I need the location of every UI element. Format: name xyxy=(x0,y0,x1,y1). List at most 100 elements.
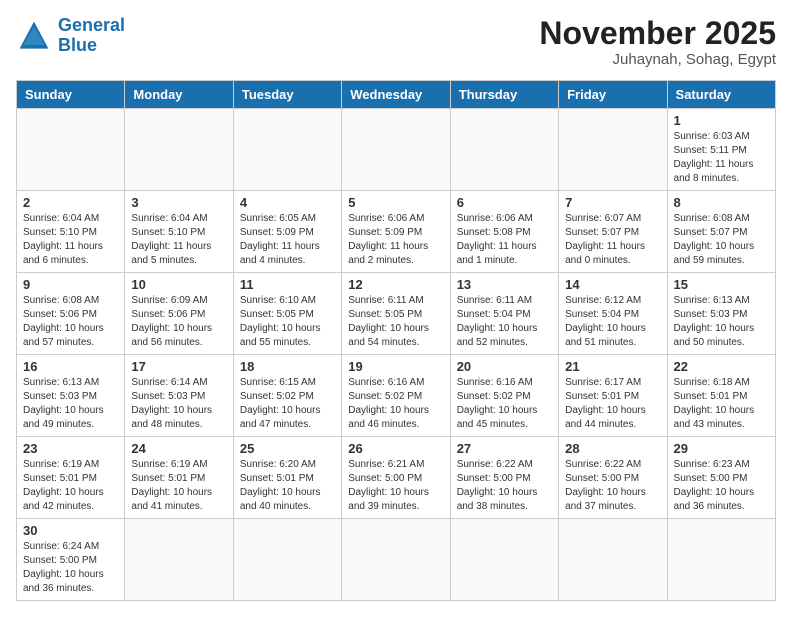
day-cell: 23Sunrise: 6:19 AM Sunset: 5:01 PM Dayli… xyxy=(17,437,125,519)
day-cell: 19Sunrise: 6:16 AM Sunset: 5:02 PM Dayli… xyxy=(342,355,450,437)
day-info: Sunrise: 6:11 AM Sunset: 5:05 PM Dayligh… xyxy=(348,294,443,350)
day-info: Sunrise: 6:12 AM Sunset: 5:04 PM Dayligh… xyxy=(565,294,660,350)
day-cell xyxy=(125,519,233,601)
day-number: 30 xyxy=(23,523,118,538)
day-info: Sunrise: 6:17 AM Sunset: 5:01 PM Dayligh… xyxy=(565,376,660,432)
day-cell: 9 Sunrise: 6:08 AM Sunset: 5:06 PM Daylig… xyxy=(17,273,125,355)
day-info: Sunrise: 6:05 AM Sunset: 5:09 PM Dayligh… xyxy=(240,212,335,268)
day-cell xyxy=(450,519,558,601)
day-number: 9 xyxy=(23,277,118,292)
header-monday: Monday xyxy=(125,81,233,109)
day-cell: 12 Sunrise: 6:11 AM Sunset: 5:05 PM Dayli… xyxy=(342,273,450,355)
day-info: Sunrise: 6:22 AM Sunset: 5:00 PM Dayligh… xyxy=(565,458,660,514)
day-number: 14 xyxy=(565,277,660,292)
week-row-5: 23Sunrise: 6:19 AM Sunset: 5:01 PM Dayli… xyxy=(17,437,776,519)
day-number: 25 xyxy=(240,441,335,456)
day-cell: 28 Sunrise: 6:22 AM Sunset: 5:00 PM Dayli… xyxy=(559,437,667,519)
day-cell: 27Sunrise: 6:22 AM Sunset: 5:00 PM Dayli… xyxy=(450,437,558,519)
day-info: Sunrise: 6:20 AM Sunset: 5:01 PM Dayligh… xyxy=(240,458,335,514)
day-number: 29 xyxy=(674,441,769,456)
day-cell xyxy=(667,519,775,601)
day-cell xyxy=(17,109,125,191)
day-number: 27 xyxy=(457,441,552,456)
header-wednesday: Wednesday xyxy=(342,81,450,109)
header-thursday: Thursday xyxy=(450,81,558,109)
month-title: November 2025 xyxy=(539,16,776,51)
day-cell: 5 Sunrise: 6:06 AM Sunset: 5:09 PM Daylig… xyxy=(342,191,450,273)
day-cell: 22Sunrise: 6:18 AM Sunset: 5:01 PM Dayli… xyxy=(667,355,775,437)
day-info: Sunrise: 6:24 AM Sunset: 5:00 PM Dayligh… xyxy=(23,540,118,596)
day-number: 24 xyxy=(131,441,226,456)
header: General Blue November 2025 Juhaynah, Soh… xyxy=(16,16,776,68)
day-info: Sunrise: 6:04 AM Sunset: 5:10 PM Dayligh… xyxy=(23,212,118,268)
day-number: 26 xyxy=(348,441,443,456)
day-number: 17 xyxy=(131,359,226,374)
day-info: Sunrise: 6:03 AM Sunset: 5:11 PM Dayligh… xyxy=(674,130,769,186)
day-info: Sunrise: 6:13 AM Sunset: 5:03 PM Dayligh… xyxy=(23,376,118,432)
day-number: 10 xyxy=(131,277,226,292)
logo-text: General Blue xyxy=(58,16,125,56)
day-info: Sunrise: 6:08 AM Sunset: 5:07 PM Dayligh… xyxy=(674,212,769,268)
day-cell: 21 Sunrise: 6:17 AM Sunset: 5:01 PM Dayli… xyxy=(559,355,667,437)
day-number: 5 xyxy=(348,195,443,210)
day-number: 3 xyxy=(131,195,226,210)
day-cell: 29 Sunrise: 6:23 AM Sunset: 5:00 PM Dayli… xyxy=(667,437,775,519)
header-saturday: Saturday xyxy=(667,81,775,109)
day-info: Sunrise: 6:15 AM Sunset: 5:02 PM Dayligh… xyxy=(240,376,335,432)
day-info: Sunrise: 6:06 AM Sunset: 5:08 PM Dayligh… xyxy=(457,212,552,268)
day-cell xyxy=(342,519,450,601)
day-cell: 14 Sunrise: 6:12 AM Sunset: 5:04 PM Dayli… xyxy=(559,273,667,355)
day-cell: 3 Sunrise: 6:04 AM Sunset: 5:10 PM Daylig… xyxy=(125,191,233,273)
weekday-header-row: Sunday Monday Tuesday Wednesday Thursday… xyxy=(17,81,776,109)
week-row-3: 9 Sunrise: 6:08 AM Sunset: 5:06 PM Daylig… xyxy=(17,273,776,355)
day-info: Sunrise: 6:06 AM Sunset: 5:09 PM Dayligh… xyxy=(348,212,443,268)
day-info: Sunrise: 6:19 AM Sunset: 5:01 PM Dayligh… xyxy=(23,458,118,514)
day-number: 18 xyxy=(240,359,335,374)
day-info: Sunrise: 6:07 AM Sunset: 5:07 PM Dayligh… xyxy=(565,212,660,268)
day-number: 28 xyxy=(565,441,660,456)
day-info: Sunrise: 6:08 AM Sunset: 5:06 PM Dayligh… xyxy=(23,294,118,350)
day-info: Sunrise: 6:21 AM Sunset: 5:00 PM Dayligh… xyxy=(348,458,443,514)
day-number: 21 xyxy=(565,359,660,374)
day-number: 4 xyxy=(240,195,335,210)
day-number: 6 xyxy=(457,195,552,210)
logo: General Blue xyxy=(16,16,125,56)
day-cell: 24Sunrise: 6:19 AM Sunset: 5:01 PM Dayli… xyxy=(125,437,233,519)
day-number: 1 xyxy=(674,113,769,128)
day-cell: 2 Sunrise: 6:04 AM Sunset: 5:10 PM Daylig… xyxy=(17,191,125,273)
day-number: 2 xyxy=(23,195,118,210)
day-info: Sunrise: 6:10 AM Sunset: 5:05 PM Dayligh… xyxy=(240,294,335,350)
day-cell xyxy=(125,109,233,191)
day-info: Sunrise: 6:23 AM Sunset: 5:00 PM Dayligh… xyxy=(674,458,769,514)
day-number: 20 xyxy=(457,359,552,374)
day-cell: 10 Sunrise: 6:09 AM Sunset: 5:06 PM Dayli… xyxy=(125,273,233,355)
week-row-1: 1 Sunrise: 6:03 AM Sunset: 5:11 PM Daylig… xyxy=(17,109,776,191)
week-row-4: 16 Sunrise: 6:13 AM Sunset: 5:03 PM Dayli… xyxy=(17,355,776,437)
calendar-grid: Sunday Monday Tuesday Wednesday Thursday… xyxy=(16,80,776,601)
day-cell xyxy=(450,109,558,191)
day-cell: 16 Sunrise: 6:13 AM Sunset: 5:03 PM Dayli… xyxy=(17,355,125,437)
day-cell: 4 Sunrise: 6:05 AM Sunset: 5:09 PM Daylig… xyxy=(233,191,341,273)
day-number: 12 xyxy=(348,277,443,292)
day-cell: 1 Sunrise: 6:03 AM Sunset: 5:11 PM Daylig… xyxy=(667,109,775,191)
day-cell: 7 Sunrise: 6:07 AM Sunset: 5:07 PM Daylig… xyxy=(559,191,667,273)
day-cell xyxy=(233,109,341,191)
header-tuesday: Tuesday xyxy=(233,81,341,109)
day-info: Sunrise: 6:04 AM Sunset: 5:10 PM Dayligh… xyxy=(131,212,226,268)
week-row-2: 2 Sunrise: 6:04 AM Sunset: 5:10 PM Daylig… xyxy=(17,191,776,273)
day-info: Sunrise: 6:09 AM Sunset: 5:06 PM Dayligh… xyxy=(131,294,226,350)
title-block: November 2025 Juhaynah, Sohag, Egypt xyxy=(539,16,776,68)
day-cell: 25 Sunrise: 6:20 AM Sunset: 5:01 PM Dayli… xyxy=(233,437,341,519)
day-number: 11 xyxy=(240,277,335,292)
header-friday: Friday xyxy=(559,81,667,109)
day-cell: 13Sunrise: 6:11 AM Sunset: 5:04 PM Dayli… xyxy=(450,273,558,355)
day-cell: 15Sunrise: 6:13 AM Sunset: 5:03 PM Dayli… xyxy=(667,273,775,355)
day-number: 7 xyxy=(565,195,660,210)
day-cell: 8Sunrise: 6:08 AM Sunset: 5:07 PM Daylig… xyxy=(667,191,775,273)
day-cell xyxy=(342,109,450,191)
day-cell: 11 Sunrise: 6:10 AM Sunset: 5:05 PM Dayli… xyxy=(233,273,341,355)
day-cell xyxy=(559,519,667,601)
day-cell xyxy=(233,519,341,601)
day-number: 16 xyxy=(23,359,118,374)
day-info: Sunrise: 6:13 AM Sunset: 5:03 PM Dayligh… xyxy=(674,294,769,350)
